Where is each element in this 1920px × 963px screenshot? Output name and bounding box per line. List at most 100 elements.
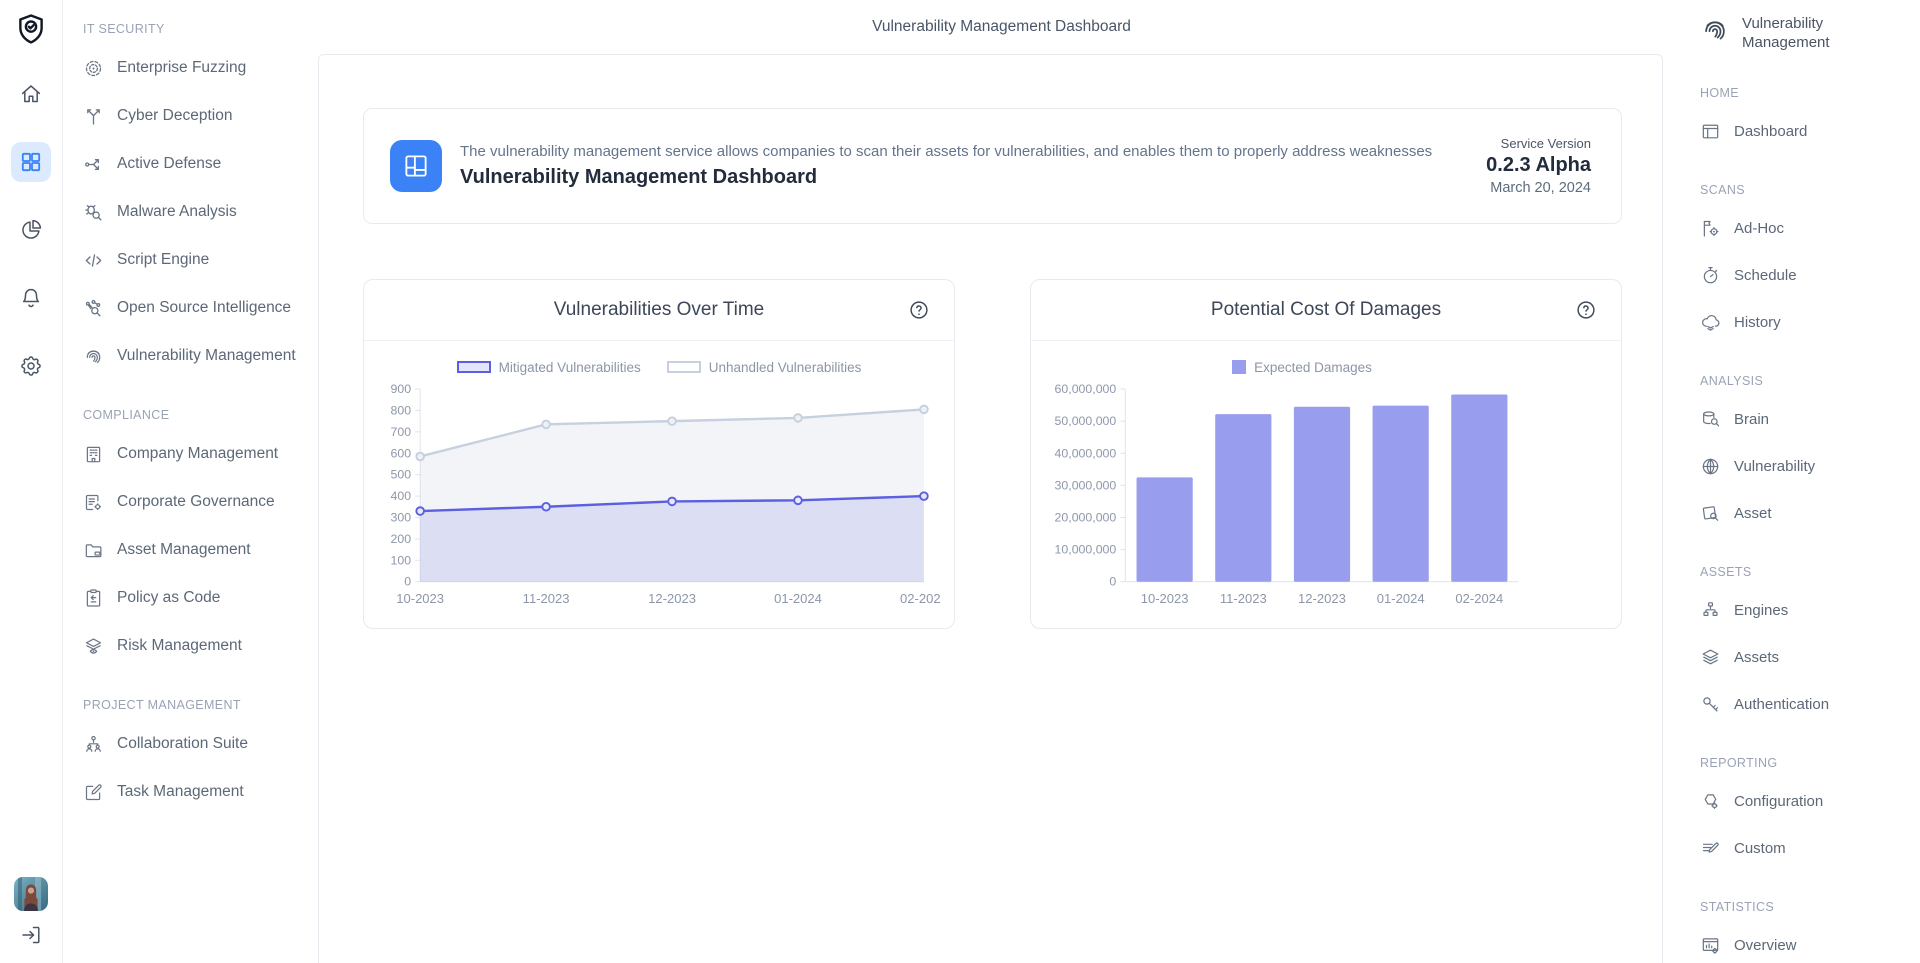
svg-text:200: 200 xyxy=(391,532,412,546)
cloud-history-icon xyxy=(1700,312,1721,333)
sidebar-item-enterprise-fuzzing[interactable]: Enterprise Fuzzing xyxy=(83,44,310,92)
gear-icon xyxy=(19,354,43,378)
globe-icon xyxy=(1700,456,1721,477)
hierarchy-icon xyxy=(1700,600,1721,621)
target-icon xyxy=(83,58,104,79)
chart-body: Expected Damages 010,000,00020,000,00030… xyxy=(1031,341,1621,617)
sidebar-item-engines[interactable]: Engines xyxy=(1700,587,1914,634)
folder-icon xyxy=(83,540,104,561)
fingerprint-icon xyxy=(1700,15,1730,45)
rail-item-notifications[interactable] xyxy=(11,278,51,318)
section-label-home: HOME xyxy=(1700,86,1914,100)
legend-item-expected-damages[interactable]: Expected Damages xyxy=(1232,360,1372,375)
rail-item-dashboard[interactable] xyxy=(11,142,51,182)
flag-target-icon xyxy=(1700,218,1721,239)
bar-chart-plot: 010,000,00020,000,00030,000,00040,000,00… xyxy=(1045,381,1607,612)
section-label-it-security: IT SECURITY xyxy=(83,22,310,36)
home-icon xyxy=(19,82,43,106)
sidebar-item-configuration[interactable]: Configuration xyxy=(1700,778,1914,825)
legend-item-unhandled-vulnerabilities[interactable]: Unhandled Vulnerabilities xyxy=(667,360,862,375)
logout-icon[interactable] xyxy=(19,923,43,947)
sidebar-item-asset-management[interactable]: Asset Management xyxy=(83,526,310,574)
sidebar-item-vulnerability-management[interactable]: Vulnerability Management xyxy=(83,332,310,380)
sidebar-item-authentication[interactable]: Authentication xyxy=(1700,681,1914,728)
database-search-icon xyxy=(1700,409,1721,430)
svg-text:11-2023: 11-2023 xyxy=(1220,591,1267,606)
legend-label: Mitigated Vulnerabilities xyxy=(499,360,641,375)
chart-header: Vulnerabilities Over Time xyxy=(364,280,954,341)
version-value: 0.2.3 Alpha xyxy=(1486,154,1591,177)
svg-text:10-2023: 10-2023 xyxy=(396,591,444,606)
sidebar-item-schedule[interactable]: Schedule xyxy=(1700,252,1914,299)
right-sidebar: Vulnerability Management HOMEDashboardSC… xyxy=(1685,0,1920,963)
svg-text:30,000,000: 30,000,000 xyxy=(1055,478,1117,492)
sidebar-item-history[interactable]: History xyxy=(1700,299,1914,346)
sidebar-item-ad-hoc[interactable]: Ad-Hoc xyxy=(1700,205,1914,252)
sidebar-item-cyber-deception[interactable]: Cyber Deception xyxy=(83,92,310,140)
sidebar-item-active-defense[interactable]: Active Defense xyxy=(83,140,310,188)
sidebar-item-label: Asset Management xyxy=(117,541,251,559)
stopwatch-icon xyxy=(1700,265,1721,286)
service-version-block: Service Version 0.2.3 Alpha March 20, 20… xyxy=(1486,136,1591,196)
sidebar-item-company-management[interactable]: Company Management xyxy=(83,430,310,478)
legend-item-mitigated-vulnerabilities[interactable]: Mitigated Vulnerabilities xyxy=(457,360,641,375)
section-label-statistics: STATISTICS xyxy=(1700,900,1914,914)
sidebar-item-custom[interactable]: Custom xyxy=(1700,825,1914,872)
version-label: Service Version xyxy=(1486,136,1591,151)
rail-item-settings[interactable] xyxy=(11,346,51,386)
svg-text:02-2024: 02-2024 xyxy=(1455,591,1503,606)
layers-icon xyxy=(1700,647,1721,668)
sidebar-item-label: Cyber Deception xyxy=(117,107,232,125)
sidebar-item-vulnerability[interactable]: Vulnerability xyxy=(1700,443,1914,490)
network-search-icon xyxy=(83,298,104,319)
sidebar-item-open-source-intelligence[interactable]: Open Source Intelligence xyxy=(83,284,310,332)
sidebar-item-label: Configuration xyxy=(1734,793,1823,810)
sidebar-item-overview[interactable]: Overview xyxy=(1700,922,1914,963)
user-avatar-image xyxy=(14,877,48,911)
sidebar-item-label: Task Management xyxy=(117,783,244,801)
sidebar-item-policy-as-code[interactable]: Policy as Code xyxy=(83,574,310,622)
svg-text:10-2023: 10-2023 xyxy=(1141,591,1189,606)
user-avatar[interactable] xyxy=(14,877,48,911)
rail-item-home[interactable] xyxy=(11,74,51,114)
sidebar-item-script-engine[interactable]: Script Engine xyxy=(83,236,310,284)
dashboard-layout-icon xyxy=(390,140,442,192)
svg-text:900: 900 xyxy=(391,382,412,396)
sidebar-item-label: Company Management xyxy=(117,445,278,463)
rail-item-analytics[interactable] xyxy=(11,210,51,250)
key-icon xyxy=(1700,694,1721,715)
svg-text:60,000,000: 60,000,000 xyxy=(1055,382,1117,396)
sidebar-item-task-management[interactable]: Task Management xyxy=(83,768,310,816)
sidebar-item-dashboard[interactable]: Dashboard xyxy=(1700,108,1914,155)
sidebar-item-collaboration-suite[interactable]: Collaboration Suite xyxy=(83,720,310,768)
hexagon-gear-icon xyxy=(1700,791,1721,812)
section-label-project-management: PROJECT MANAGEMENT xyxy=(83,698,310,712)
sidebar-item-assets[interactable]: Assets xyxy=(1700,634,1914,681)
layers-eye-icon xyxy=(83,636,104,657)
svg-text:0: 0 xyxy=(404,575,411,589)
help-icon[interactable] xyxy=(1575,299,1597,321)
sidebar-item-label: Vulnerability xyxy=(1734,458,1815,475)
sidebar-item-label: History xyxy=(1734,314,1781,331)
sidebar-item-label: Dashboard xyxy=(1734,123,1807,140)
section-label-compliance: COMPLIANCE xyxy=(83,408,310,422)
info-text: The vulnerability management service all… xyxy=(460,143,1468,189)
chart-card-potential-cost-of-damages: Potential Cost Of Damages Expected Damag… xyxy=(1030,279,1622,629)
bug-search-icon xyxy=(83,202,104,223)
sidebar-item-label: Corporate Governance xyxy=(117,493,275,511)
sidebar-item-risk-management[interactable]: Risk Management xyxy=(83,622,310,670)
sidebar-item-label: Assets xyxy=(1734,649,1779,666)
version-date: March 20, 2024 xyxy=(1486,180,1591,196)
sidebar-item-brain[interactable]: Brain xyxy=(1700,396,1914,443)
sidebar-item-label: Open Source Intelligence xyxy=(117,299,291,317)
sidebar-item-corporate-governance[interactable]: Corporate Governance xyxy=(83,478,310,526)
dashboard-layout-glyph xyxy=(399,149,433,183)
sidebar-item-label: Engines xyxy=(1734,602,1788,619)
sidebar-item-asset[interactable]: Asset xyxy=(1700,490,1914,537)
fingerprint-icon xyxy=(83,346,104,367)
help-icon[interactable] xyxy=(908,299,930,321)
info-description: The vulnerability management service all… xyxy=(460,143,1468,160)
sidebar-item-malware-analysis[interactable]: Malware Analysis xyxy=(83,188,310,236)
chart-legend: Mitigated Vulnerabilities Unhandled Vulne… xyxy=(378,357,940,377)
brand-line2: Management xyxy=(1742,33,1830,52)
